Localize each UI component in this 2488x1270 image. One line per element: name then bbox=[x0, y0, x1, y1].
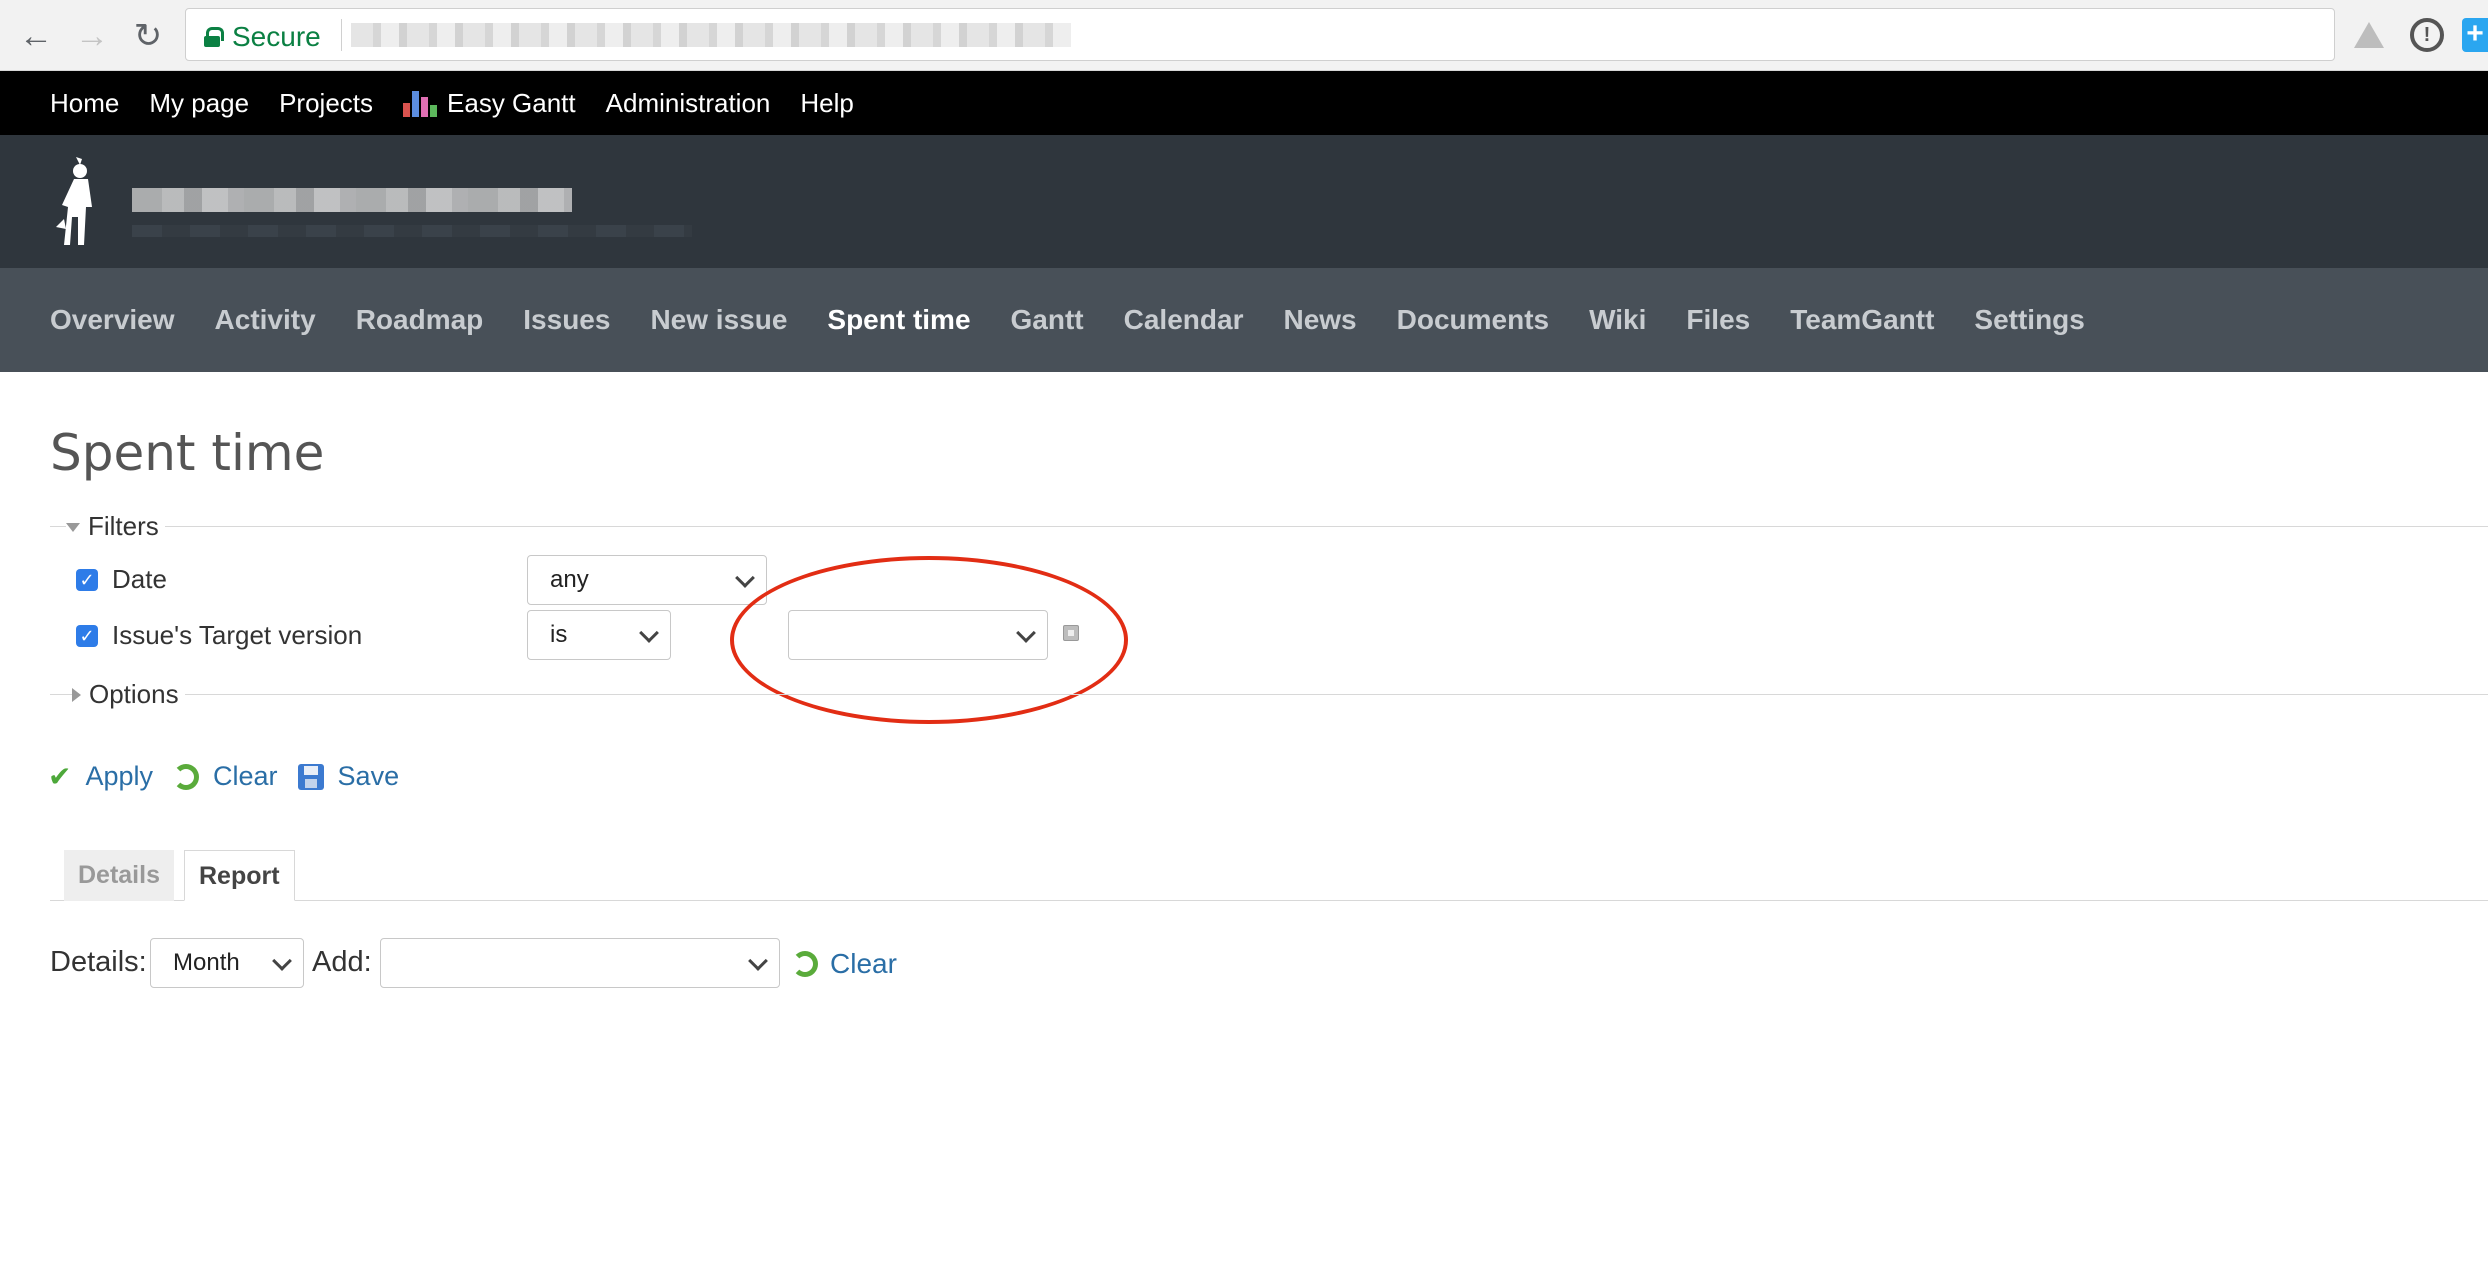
chevron-down-icon bbox=[272, 951, 292, 971]
filters-fieldset-border bbox=[50, 526, 2488, 527]
options-legend-label: Options bbox=[89, 679, 179, 709]
expand-triangle-icon bbox=[72, 687, 81, 702]
red-annotation-ellipse bbox=[730, 556, 1128, 724]
details-period-value: Month bbox=[173, 949, 240, 976]
tab-spent-time[interactable]: Spent time bbox=[827, 304, 970, 336]
date-filter-label: Date bbox=[112, 564, 167, 594]
browser-toolbar: ← → ↻ Secure ! + bbox=[0, 0, 2488, 71]
lock-icon bbox=[204, 27, 224, 47]
date-operator-value: any bbox=[550, 566, 589, 593]
tab-documents[interactable]: Documents bbox=[1397, 304, 1549, 336]
date-filter-checkbox[interactable]: ✓ bbox=[76, 569, 98, 591]
save-link[interactable]: Save bbox=[297, 761, 400, 792]
floppy-disk-icon bbox=[297, 763, 324, 790]
save-label: Save bbox=[337, 761, 400, 791]
tab-settings[interactable]: Settings bbox=[1974, 304, 2084, 336]
query-actions: ✔ Apply Clear Save bbox=[48, 760, 399, 793]
chevron-down-icon bbox=[735, 568, 755, 588]
apply-link[interactable]: ✔ Apply bbox=[48, 760, 153, 793]
project-title-redacted bbox=[132, 188, 572, 212]
topmenu-easy-gantt-label: Easy Gantt bbox=[447, 87, 576, 118]
tab-wiki[interactable]: Wiki bbox=[1589, 304, 1646, 336]
project-header bbox=[0, 135, 2488, 268]
target-version-filter-checkbox[interactable]: ✓ bbox=[76, 625, 98, 647]
password-manager-icon[interactable]: ! bbox=[2410, 18, 2444, 52]
back-arrow-icon[interactable]: ← bbox=[16, 16, 56, 56]
target-version-filter-label: Issue's Target version bbox=[112, 620, 363, 650]
topmenu-help[interactable]: Help bbox=[800, 88, 853, 119]
tab-issues[interactable]: Issues bbox=[523, 304, 610, 336]
options-fieldset-border bbox=[50, 694, 2488, 695]
bar-chart-icon bbox=[403, 89, 438, 117]
topmenu-projects[interactable]: Projects bbox=[279, 88, 373, 119]
address-separator bbox=[341, 19, 342, 51]
tabs-border bbox=[50, 900, 2488, 901]
options-legend[interactable]: Options bbox=[72, 679, 185, 710]
tab-roadmap[interactable]: Roadmap bbox=[356, 304, 484, 336]
checkmark-icon: ✔ bbox=[48, 761, 72, 792]
add-label: Add: bbox=[312, 946, 372, 978]
reload-icon[interactable]: ↻ bbox=[128, 16, 168, 56]
tab-gantt[interactable]: Gantt bbox=[1011, 304, 1084, 336]
target-version-operator-select[interactable]: is bbox=[527, 610, 671, 660]
date-operator-select[interactable]: any bbox=[527, 555, 767, 605]
project-subtitle-redacted bbox=[132, 225, 692, 237]
clear-link[interactable]: Clear bbox=[173, 761, 278, 792]
tab-teamgantt[interactable]: TeamGantt bbox=[1790, 304, 1934, 336]
secure-indicator[interactable]: Secure bbox=[204, 21, 321, 53]
tab-calendar[interactable]: Calendar bbox=[1124, 304, 1244, 336]
chevron-down-icon bbox=[639, 623, 659, 643]
topmenu-home[interactable]: Home bbox=[50, 88, 119, 119]
filters-legend[interactable]: Filters bbox=[66, 511, 165, 542]
filters-legend-label: Filters bbox=[88, 511, 159, 541]
tab-details[interactable]: Details bbox=[64, 850, 174, 901]
tab-activity[interactable]: Activity bbox=[215, 304, 316, 336]
tab-overview[interactable]: Overview bbox=[50, 304, 175, 336]
extension-plus-icon[interactable]: + bbox=[2462, 18, 2488, 52]
forward-arrow-icon[interactable]: → bbox=[72, 16, 112, 56]
project-menu: Overview Activity Roadmap Issues New iss… bbox=[0, 268, 2488, 372]
report-clear-link[interactable]: Clear bbox=[792, 948, 897, 980]
apply-label: Apply bbox=[85, 761, 154, 791]
tab-news[interactable]: News bbox=[1283, 304, 1356, 336]
page-title: Spent time bbox=[50, 424, 325, 482]
details-period-select[interactable]: Month bbox=[150, 938, 304, 988]
top-menu: Home My page Projects Easy Gantt Adminis… bbox=[0, 71, 2488, 135]
collapse-triangle-icon bbox=[66, 523, 80, 532]
drive-icon[interactable] bbox=[2352, 18, 2386, 52]
topmenu-administration[interactable]: Administration bbox=[606, 88, 771, 119]
target-version-operator-value: is bbox=[550, 621, 568, 648]
redmine-logo-icon bbox=[56, 157, 92, 245]
tab-files[interactable]: Files bbox=[1686, 304, 1750, 336]
details-label: Details: bbox=[50, 946, 147, 978]
reload-clear-icon bbox=[173, 763, 200, 790]
clear-label: Clear bbox=[213, 761, 278, 791]
report-clear-label: Clear bbox=[830, 948, 897, 979]
tab-new-issue[interactable]: New issue bbox=[650, 304, 787, 336]
topmenu-easy-gantt[interactable]: Easy Gantt bbox=[403, 88, 576, 119]
reload-clear-icon bbox=[792, 951, 818, 977]
url-redacted bbox=[351, 23, 1071, 47]
address-bar[interactable]: Secure bbox=[185, 8, 2335, 61]
topmenu-my-page[interactable]: My page bbox=[149, 88, 249, 119]
chevron-down-icon bbox=[748, 951, 768, 971]
tab-report[interactable]: Report bbox=[184, 850, 295, 901]
add-criteria-select[interactable] bbox=[380, 938, 780, 988]
secure-label: Secure bbox=[232, 21, 321, 52]
